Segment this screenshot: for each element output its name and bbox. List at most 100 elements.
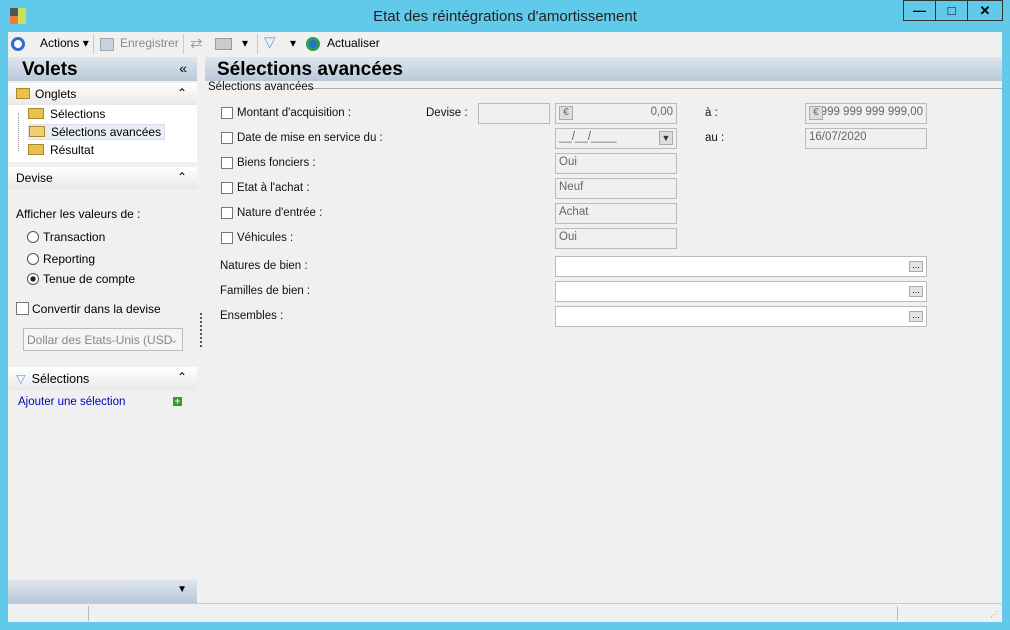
date-to-field[interactable]: 16/07/2020	[805, 128, 927, 149]
date-label: Date de mise en service du :	[237, 132, 383, 144]
folder-icon	[16, 88, 30, 99]
montant-checkbox[interactable]	[221, 107, 233, 119]
selections-title: Sélections	[31, 372, 90, 386]
devise-title: Devise	[16, 171, 53, 185]
radio-reporting[interactable]: Reporting	[27, 252, 95, 266]
euro-icon: €	[559, 106, 573, 120]
tree-item-label: Sélections avancées	[51, 125, 162, 139]
familles-bien-field[interactable]: ...	[555, 281, 927, 302]
biens-fonciers-field[interactable]: Oui	[555, 153, 677, 174]
save-button[interactable]: Enregistrer	[120, 36, 179, 50]
devise-field[interactable]	[478, 103, 550, 124]
sync-icon[interactable]: ⇄	[190, 34, 203, 52]
separator	[183, 34, 184, 54]
date-to-label: au :	[705, 132, 725, 144]
onglets-header[interactable]: Onglets ⌃	[8, 83, 197, 105]
convert-label: Convertir dans la devise	[32, 302, 161, 316]
expand-pane-bar[interactable]: ▼	[8, 580, 197, 603]
etat-checkbox[interactable]	[221, 182, 233, 194]
resize-grip-icon[interactable]: ⋰	[990, 610, 998, 619]
vehicules-checkbox[interactable]	[221, 232, 233, 244]
collapse-icon[interactable]: ⌃	[177, 170, 187, 184]
euro-icon: €	[809, 106, 823, 120]
status-bar: ⋰	[8, 603, 1002, 622]
minimize-button[interactable]: —	[903, 0, 936, 21]
ensembles-field[interactable]: ...	[555, 306, 927, 327]
chevron-down-icon: ⌄	[168, 332, 179, 346]
separator	[257, 34, 258, 54]
browse-button[interactable]: ...	[909, 261, 923, 272]
print-icon[interactable]	[215, 38, 232, 50]
radio-label: Transaction	[43, 230, 106, 244]
open-folder-icon	[29, 126, 45, 137]
tree-item-selections[interactable]: Sélections	[28, 107, 105, 121]
montant-from-field[interactable]: €0,00	[555, 103, 677, 124]
window-title: Etat des réintégrations d'amortissement	[373, 8, 637, 25]
add-icon[interactable]: +	[173, 397, 182, 406]
natures-bien-label: Natures de bien :	[220, 260, 308, 272]
montant-to-field[interactable]: €999 999 999 999,00	[805, 103, 927, 124]
etat-field[interactable]: Neuf	[555, 178, 677, 199]
filter-icon: ▽	[16, 372, 26, 386]
tree-item-label: Résultat	[50, 143, 95, 157]
target-icon[interactable]	[11, 37, 25, 51]
selections-header[interactable]: ▽ Sélections ⌃	[8, 367, 197, 391]
devise-label: Devise :	[426, 107, 468, 119]
refresh-icon[interactable]	[306, 37, 320, 51]
nature-field[interactable]: Achat	[555, 203, 677, 224]
volets-header: Volets «	[8, 57, 197, 81]
add-selection-link[interactable]: Ajouter une sélection	[18, 396, 125, 408]
etat-label: Etat à l'achat :	[237, 182, 310, 194]
status-divider	[897, 606, 898, 621]
ensembles-label: Ensembles :	[220, 310, 284, 322]
refresh-button[interactable]: Actualiser	[327, 36, 380, 50]
actions-label: Actions	[40, 36, 80, 50]
status-divider	[88, 606, 89, 621]
tree-item-resultat[interactable]: Résultat	[28, 143, 94, 157]
currency-value: Dollar des Etats-Unis (USD	[27, 333, 173, 347]
vehicules-label: Véhicules :	[237, 232, 294, 244]
biens-fonciers-label: Biens fonciers :	[237, 157, 316, 169]
onglets-title: Onglets	[35, 87, 77, 101]
radio-transaction[interactable]: Transaction	[27, 230, 105, 244]
group-title: Sélections avancées	[208, 81, 314, 93]
print-dropdown-icon[interactable]: ▾	[242, 36, 248, 50]
natures-bien-field[interactable]: ...	[555, 256, 927, 277]
collapse-pane-icon[interactable]: «	[179, 60, 187, 76]
group-border	[308, 88, 1002, 89]
convert-checkbox[interactable]: Convertir dans la devise	[16, 302, 161, 316]
montant-label: Montant d'acquisition :	[237, 107, 352, 119]
montant-to-label: à :	[705, 107, 718, 119]
date-from-field[interactable]: __/__/____ ▼	[555, 128, 677, 149]
radio-label: Reporting	[43, 252, 96, 266]
close-button[interactable]: ✕	[967, 0, 1003, 21]
currency-select[interactable]: Dollar des Etats-Unis (USD ⌄	[23, 328, 183, 351]
show-values-label: Afficher les valeurs de :	[16, 207, 141, 221]
actions-menu[interactable]: Actions ▾	[40, 36, 89, 50]
tree-item-selections-avancees[interactable]: Sélections avancées	[28, 124, 166, 140]
collapse-icon[interactable]: ⌃	[177, 370, 187, 384]
date-dropdown-button[interactable]: ▼	[659, 131, 673, 145]
chevron-down-icon: ▼	[177, 584, 187, 595]
vehicules-field[interactable]: Oui	[555, 228, 677, 249]
browse-button[interactable]: ...	[909, 286, 923, 297]
nature-checkbox[interactable]	[221, 207, 233, 219]
collapse-icon[interactable]: ⌃	[177, 86, 187, 100]
familles-bien-label: Familles de bien :	[220, 285, 311, 297]
title-bar: Etat des réintégrations d'amortissement …	[0, 0, 1010, 32]
biens-fonciers-checkbox[interactable]	[221, 157, 233, 169]
devise-header[interactable]: Devise ⌃	[8, 167, 197, 189]
main-header: Sélections avancées	[205, 57, 1002, 81]
filter-dropdown-icon[interactable]: ▾	[290, 36, 296, 50]
splitter-handle[interactable]	[200, 313, 202, 347]
separator	[93, 34, 94, 54]
save-icon	[100, 38, 114, 51]
date-checkbox[interactable]	[221, 132, 233, 144]
folder-icon	[28, 144, 44, 155]
filter-icon[interactable]: ▽	[264, 33, 276, 51]
nature-label: Nature d'entrée :	[237, 207, 323, 219]
folder-icon	[28, 108, 44, 119]
browse-button[interactable]: ...	[909, 311, 923, 322]
radio-tenue-de-compte[interactable]: Tenue de compte	[27, 272, 135, 286]
maximize-button[interactable]: □	[935, 0, 968, 21]
